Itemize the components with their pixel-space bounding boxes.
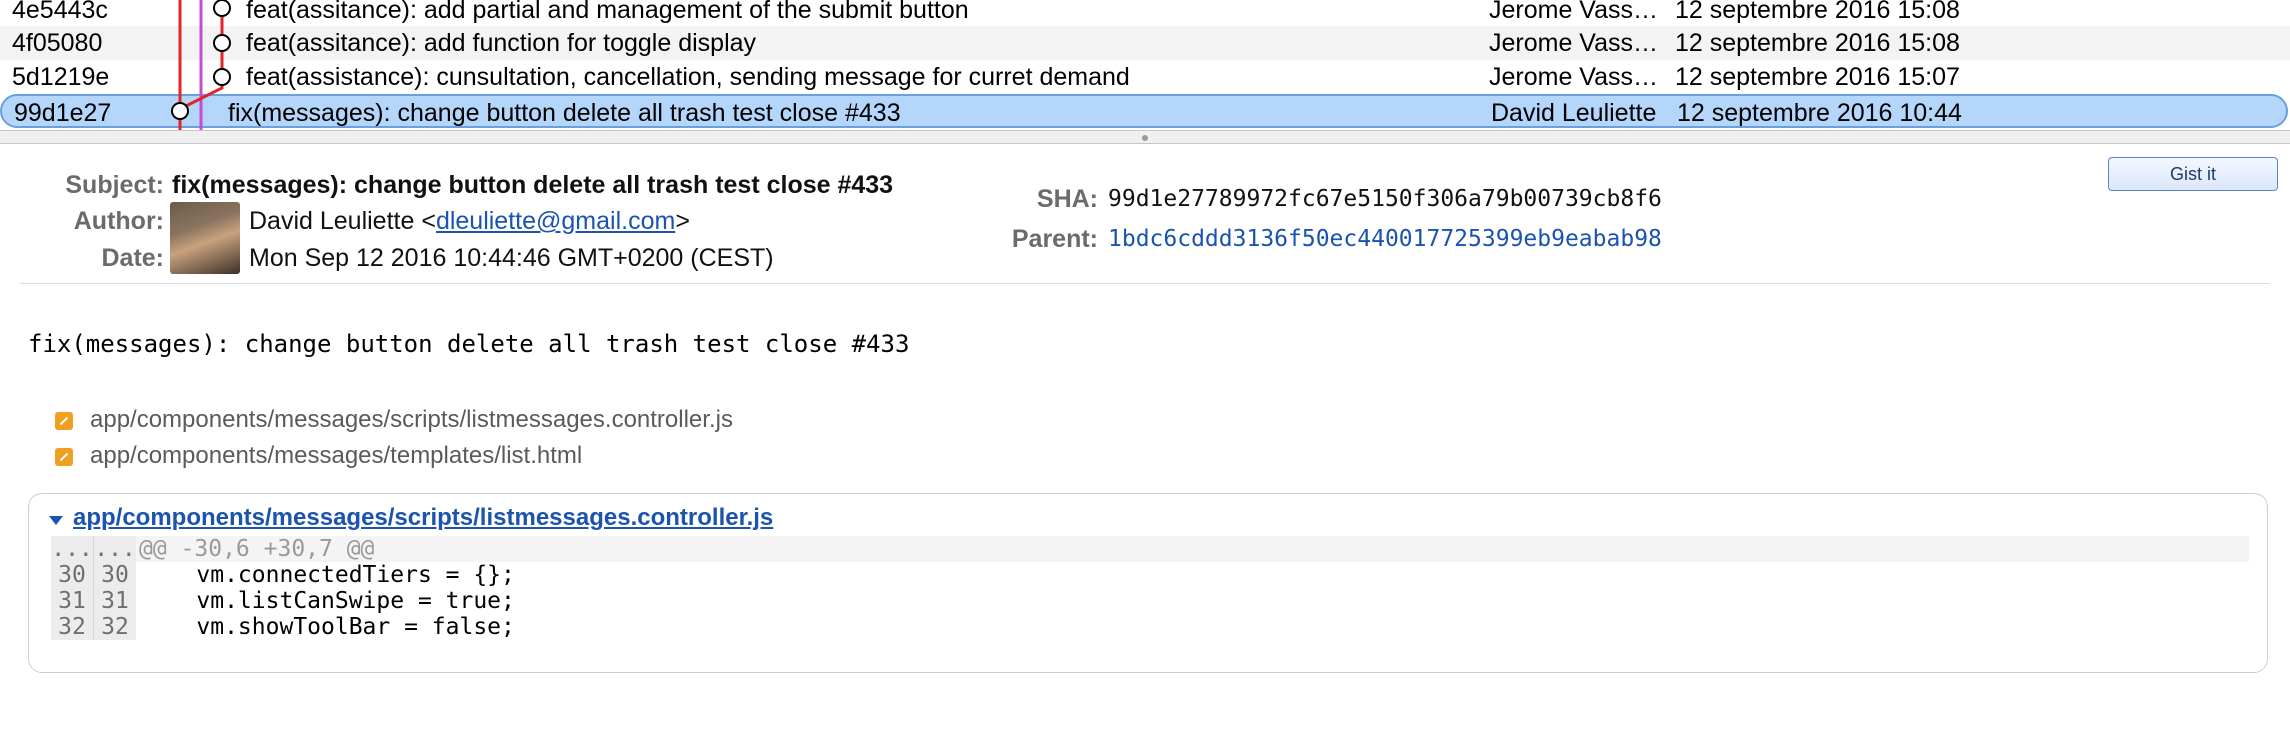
commit-date: 12 septembre 2016 15:07 xyxy=(1675,63,1960,91)
old-line-number: ... xyxy=(51,536,94,562)
diff-file-link[interactable]: app/components/messages/scripts/listmess… xyxy=(73,504,773,532)
graph-node xyxy=(171,102,189,120)
changed-file-name: app/components/messages/scripts/listmess… xyxy=(90,406,733,433)
subject-label: Subject: xyxy=(65,171,164,199)
diff-code: @@ -30,6 +30,7 @@ xyxy=(139,536,375,562)
splitter-handle[interactable] xyxy=(1142,135,1148,141)
commit-graph xyxy=(171,0,231,130)
commit-subject-value: fix(messages): change button delete all … xyxy=(172,171,894,199)
pane-splitter[interactable] xyxy=(0,130,2290,144)
graph-node xyxy=(213,0,231,17)
commit-author: Jerome Vass… xyxy=(1489,29,1659,57)
new-line-number: 30 xyxy=(94,562,136,588)
date-label: Date: xyxy=(101,244,164,272)
diff-code: vm.showToolBar = false; xyxy=(141,614,515,640)
commit-author: Jerome Vass… xyxy=(1489,63,1659,91)
commit-date: 12 septembre 2016 10:44 xyxy=(1677,99,1962,127)
diff-line: 30 30 vm.connectedTiers = {}; xyxy=(51,562,2249,588)
author-value: David Leuliette <dleuliette@gmail.com> xyxy=(249,207,690,236)
modified-file-icon xyxy=(55,448,73,466)
diff-hunk-header: ... ... @@ -30,6 +30,7 @@ xyxy=(51,536,2249,562)
parent-label: Parent: xyxy=(1011,225,1098,253)
commit-date: 12 septembre 2016 15:08 xyxy=(1675,29,1960,57)
graph-node xyxy=(213,34,231,52)
disclosure-triangle-icon[interactable] xyxy=(49,516,63,525)
commit-subject: feat(assistance): cunsultation, cancella… xyxy=(246,63,1130,91)
commit-row[interactable]: 4e5443c feat(assitance): add partial and… xyxy=(0,0,2290,27)
commit-subject: feat(assitance): add function for toggle… xyxy=(246,29,757,57)
commit-author: David Leuliette xyxy=(1491,99,1657,127)
commit-message: fix(messages): change button delete all … xyxy=(28,330,910,358)
author-name: David Leuliette < xyxy=(249,207,436,235)
author-email-link[interactable]: dleuliette@gmail.com xyxy=(436,207,675,235)
parent-sha-link[interactable]: 1bdc6cddd3136f50ec440017725399eb9eabab98 xyxy=(1108,226,1662,252)
new-line-number: 31 xyxy=(94,588,136,614)
commit-row[interactable]: 4f05080 feat(assitance): add function fo… xyxy=(0,26,2290,60)
old-line-number: 32 xyxy=(51,614,94,640)
graph-node xyxy=(213,68,231,86)
changed-file-name: app/components/messages/templates/list.h… xyxy=(90,442,583,469)
diff-panel: app/components/messages/scripts/listmess… xyxy=(28,493,2268,673)
sha-label: SHA: xyxy=(1036,185,1098,213)
commit-row-selected[interactable]: 99d1e27 fix(messages): change button del… xyxy=(0,94,2288,128)
gist-it-button[interactable]: Gist it xyxy=(2108,157,2278,191)
commit-subject: fix(messages): change button delete all … xyxy=(228,99,901,127)
diff-line: 31 31 vm.listCanSwipe = true; xyxy=(51,588,2249,614)
sha-value: 99d1e27789972fc67e5150f306a79b00739cb8f6 xyxy=(1108,186,1662,212)
diff-code: vm.listCanSwipe = true; xyxy=(141,588,515,614)
old-line-number: 31 xyxy=(51,588,94,614)
new-line-number: ... xyxy=(94,536,136,562)
commit-subject: feat(assitance): add partial and managem… xyxy=(246,0,969,24)
diff-code: vm.connectedTiers = {}; xyxy=(141,562,515,588)
author-label: Author: xyxy=(73,207,164,235)
header-divider xyxy=(20,283,2270,284)
commit-list[interactable]: 4e5443c feat(assitance): add partial and… xyxy=(0,0,2290,130)
author-bracket: > xyxy=(675,207,690,235)
new-line-number: 32 xyxy=(94,614,136,640)
modified-file-icon xyxy=(55,412,73,430)
diff-line: 32 32 vm.showToolBar = false; xyxy=(51,614,2249,640)
commit-author: Jerome Vass… xyxy=(1489,0,1659,24)
old-line-number: 30 xyxy=(51,562,94,588)
author-avatar xyxy=(170,202,240,274)
date-value: Mon Sep 12 2016 10:44:46 GMT+0200 (CEST) xyxy=(249,244,774,272)
commit-date: 12 septembre 2016 15:08 xyxy=(1675,0,1960,24)
commit-row[interactable]: 5d1219e feat(assistance): cunsultation, … xyxy=(0,60,2290,94)
